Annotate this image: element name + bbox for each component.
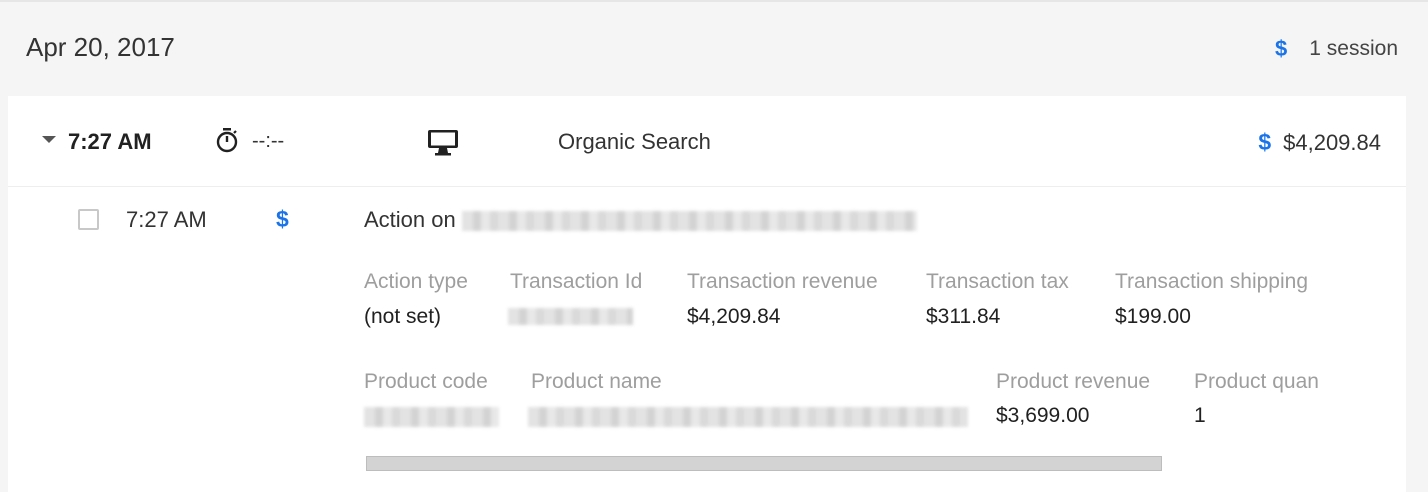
value-transaction-shipping: $199.00	[1115, 305, 1191, 328]
hit-time: 7:27 AM	[126, 207, 207, 232]
value-product-revenue: $3,699.00	[996, 404, 1090, 427]
label-transaction-id: Transaction Id	[510, 270, 643, 293]
session-revenue: $ $4,209.84	[1258, 129, 1381, 156]
value-transaction-revenue: $4,209.84	[687, 305, 781, 328]
stopwatch-icon	[216, 128, 238, 153]
session-row[interactable]: 7:27 AM --:-- Organic Search $ $4,209.84	[8, 96, 1406, 187]
label-transaction-tax: Transaction tax	[926, 270, 1069, 293]
session-count-label: 1 session	[1309, 37, 1398, 60]
channel-label: Organic Search	[558, 129, 711, 154]
redacted-transaction-id	[508, 308, 633, 325]
action-line: Action on	[364, 207, 917, 233]
label-product-name: Product name	[531, 370, 662, 393]
label-product-code: Product code	[364, 370, 488, 393]
date-label: Apr 20, 2017	[26, 32, 175, 62]
redacted-product-name	[528, 407, 968, 427]
label-action-type: Action type	[364, 270, 468, 293]
session-time: 7:27 AM	[68, 129, 152, 154]
redacted-product-code	[364, 407, 499, 427]
date-header: Apr 20, 2017 $ 1 session	[0, 2, 1428, 96]
value-product-quantity: 1	[1194, 404, 1206, 427]
label-product-quantity: Product quan	[1194, 370, 1319, 393]
horizontal-scrollbar[interactable]	[366, 456, 1162, 471]
session-revenue-value: $4,209.84	[1283, 129, 1381, 155]
session-count: $ 1 session	[1275, 36, 1398, 62]
desktop-icon	[428, 130, 458, 156]
dollar-icon: $	[1258, 129, 1272, 155]
value-action-type: (not set)	[364, 305, 442, 328]
label-transaction-shipping: Transaction shipping	[1115, 270, 1308, 293]
dollar-icon: $	[276, 206, 289, 232]
label-transaction-revenue: Transaction revenue	[687, 270, 878, 293]
caret-down-icon[interactable]	[42, 136, 56, 143]
action-prefix: Action on	[364, 207, 456, 232]
label-product-revenue: Product revenue	[996, 370, 1151, 393]
session-card: 7:27 AM --:-- Organic Search $ $4,209.84…	[8, 96, 1406, 492]
dollar-icon: $	[1275, 36, 1288, 61]
hit-checkbox[interactable]	[78, 209, 99, 230]
redacted-page-title	[461, 211, 917, 232]
session-duration: --:--	[252, 130, 285, 152]
value-transaction-tax: $311.84	[926, 305, 1001, 328]
